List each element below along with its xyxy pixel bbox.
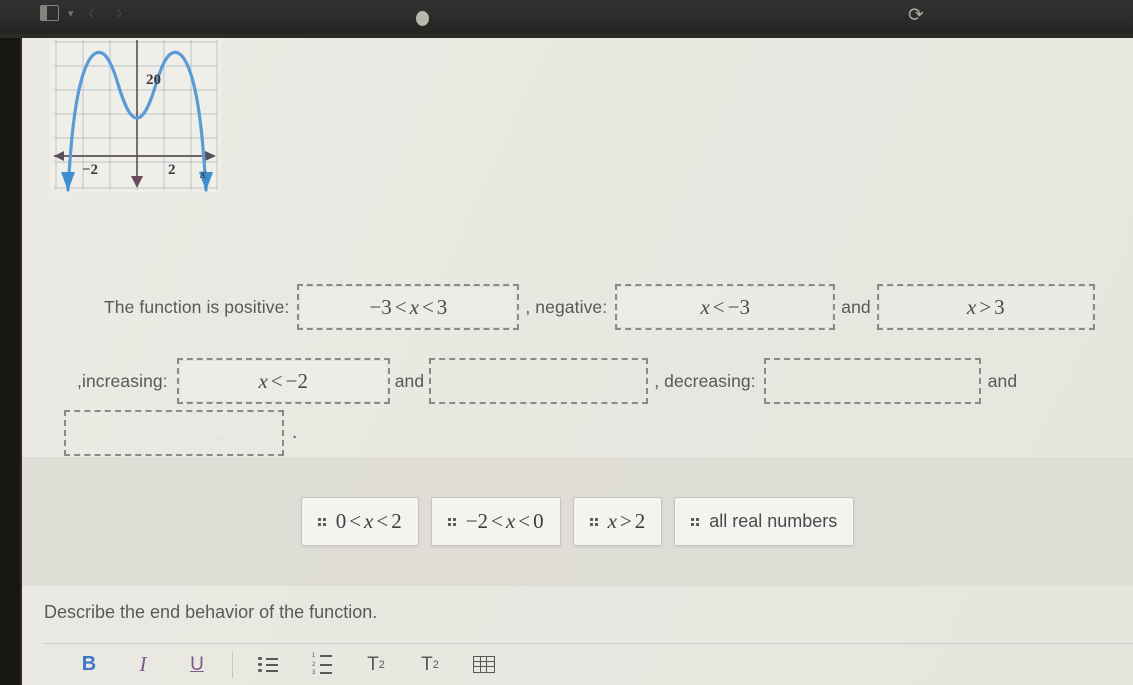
drag-handle-icon[interactable] (691, 517, 700, 526)
blank-negative-b: −3 (727, 294, 750, 319)
prompt-text: Describe the end behavior of the functio… (44, 602, 378, 622)
blank-increasing-second[interactable] (429, 358, 649, 404)
bold-button[interactable]: B (62, 644, 116, 685)
blank-negative-second[interactable]: x > 3 (876, 284, 1095, 330)
graph-y-label: 20 (146, 72, 161, 88)
graph-x-axis-label: x (199, 167, 207, 182)
choice1-op2: < (518, 509, 531, 533)
label-and-1: and (841, 296, 871, 317)
drag-handle-icon[interactable] (589, 517, 598, 526)
chevron-right-icon[interactable]: › (116, 3, 123, 23)
choice0-a: 0 (335, 509, 347, 533)
label-increasing: ,increasing: (77, 370, 168, 391)
table-icon (473, 656, 495, 673)
choice1-b: 0 (533, 509, 544, 533)
choice-0-lt-x-lt-2[interactable]: 0 < x <2 (300, 497, 419, 546)
label-negative: , negative: (525, 296, 608, 317)
toolbar-divider (232, 651, 233, 678)
rich-text-toolbar: B I U 1 2 3 T2 T 2 (44, 643, 1133, 685)
blank-negative-op: < (712, 294, 725, 319)
blank-positive-b: 3 (436, 294, 448, 319)
choice-label: 0 < x <2 (336, 509, 402, 534)
blank-negative-var: x (700, 294, 710, 319)
device-bezel (0, 38, 22, 685)
italic-button[interactable]: I (116, 644, 170, 685)
browser-toolbar: ▾ ‹ › ⟳ (0, 0, 1133, 38)
screen-root: ▾ ‹ › ⟳ 20 −2 2 x The function is positi… (0, 0, 1133, 685)
bulleted-list-button[interactable] (241, 644, 295, 685)
choice-label: −2 < x <0 (466, 509, 544, 534)
sentence-row-increasing: ,increasing: x < −2 and , decreasing: an… (77, 358, 1017, 404)
blank-increasing-b: −2 (285, 368, 308, 393)
choice-x-gt-2[interactable]: x >2 (572, 497, 663, 546)
blank-positive-op2: < (421, 294, 434, 319)
label-period: . (292, 422, 298, 443)
reload-icon[interactable]: ⟳ (908, 6, 924, 25)
label-and-2: and (394, 370, 425, 391)
blank-pos-and-b: 3 (994, 294, 1005, 319)
answer-bank: 0 < x <2 −2 < x <0 x >2 all real numbers (22, 457, 1133, 586)
bulleted-list-icon (258, 654, 278, 675)
label-and-3: and (987, 370, 1018, 391)
blank-increasing-var: x (258, 368, 268, 393)
blank-decreasing-second[interactable] (64, 410, 284, 456)
subscript-button[interactable]: T2 (403, 644, 457, 685)
choice-neg2-lt-x-lt-0[interactable]: −2 < x <0 (430, 497, 561, 546)
superscript-base: T (367, 653, 379, 675)
sidebar-toggle-icon[interactable] (40, 5, 59, 21)
chevron-down-icon[interactable]: ▾ (68, 9, 74, 20)
worksheet-page: 20 −2 2 x The function is positive: −3 <… (22, 38, 1133, 685)
choice2-b: 2 (634, 509, 646, 533)
numbered-list-icon: 1 2 3 (312, 651, 332, 679)
blank-decreasing[interactable] (763, 358, 981, 404)
superscript-button[interactable]: T2 (349, 644, 403, 685)
numbered-list-button[interactable]: 1 2 3 (295, 644, 349, 685)
blank-negative[interactable]: x < −3 (615, 284, 836, 330)
blank-pos-and-op: > (979, 294, 992, 319)
choice1-op1: < (491, 509, 503, 533)
choice-all-real-numbers[interactable]: all real numbers (674, 497, 855, 546)
drag-handle-icon[interactable] (447, 517, 456, 526)
choice-label: x >2 (608, 509, 646, 534)
label-positive: The function is positive: (104, 296, 290, 317)
blank-positive-a: −3 (369, 294, 392, 319)
choice0-op1: < (349, 509, 362, 533)
chevron-left-icon[interactable]: ‹ (88, 3, 95, 23)
sentence-row-final: . (64, 410, 297, 456)
subscript-idx: 2 (432, 658, 439, 671)
label-decreasing: , decreasing: (654, 370, 756, 391)
function-graph-svg: 20 −2 2 x (50, 38, 220, 193)
blank-pos-and-var: x (966, 294, 977, 319)
blank-positive-op1: < (394, 294, 407, 319)
blank-increasing[interactable]: x < −2 (176, 358, 390, 404)
choice2-op: > (619, 509, 632, 533)
table-button[interactable] (457, 644, 511, 685)
status-dot-icon (416, 11, 429, 26)
blank-positive[interactable]: −3 < x < 3 (297, 284, 520, 330)
sentence-row-positive: The function is positive: −3 < x < 3 , n… (104, 284, 1095, 330)
blank-increasing-op: < (270, 368, 283, 393)
choice1-a: −2 (465, 509, 489, 533)
blank-positive-var: x (409, 294, 419, 319)
underline-button[interactable]: U (170, 644, 224, 685)
choice-label: all real numbers (709, 511, 838, 531)
choice1-var: x (505, 509, 516, 533)
graph-x-tick-right: 2 (168, 162, 176, 178)
choice0-var: x (364, 509, 374, 533)
graph-x-tick-left: −2 (82, 162, 98, 178)
subscript-base: T (421, 653, 433, 675)
superscript-exp: 2 (378, 658, 385, 671)
choice0-op2: < (376, 509, 389, 533)
function-graph: 20 −2 2 x (50, 38, 220, 193)
choice0-b: 2 (391, 509, 402, 533)
choice2-var: x (607, 509, 617, 533)
drag-handle-icon[interactable] (317, 517, 326, 526)
